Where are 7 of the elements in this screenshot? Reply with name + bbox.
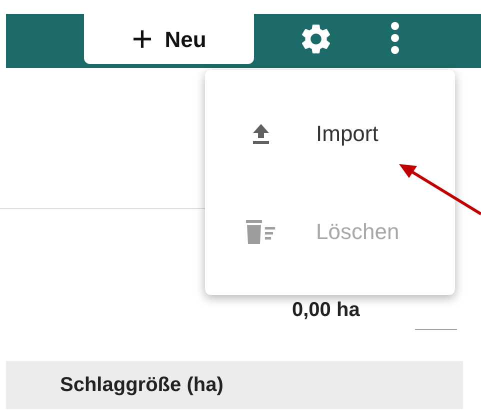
column-header[interactable]: Schlaggröße (ha) (60, 370, 224, 400)
more-icon[interactable] (390, 19, 400, 57)
new-button[interactable]: + Neu (84, 14, 254, 64)
area-total: 0,00 ha (292, 298, 360, 323)
menu-item[interactable]: Import (205, 100, 455, 168)
trash-icon (246, 220, 276, 244)
upload-icon (250, 122, 270, 144)
